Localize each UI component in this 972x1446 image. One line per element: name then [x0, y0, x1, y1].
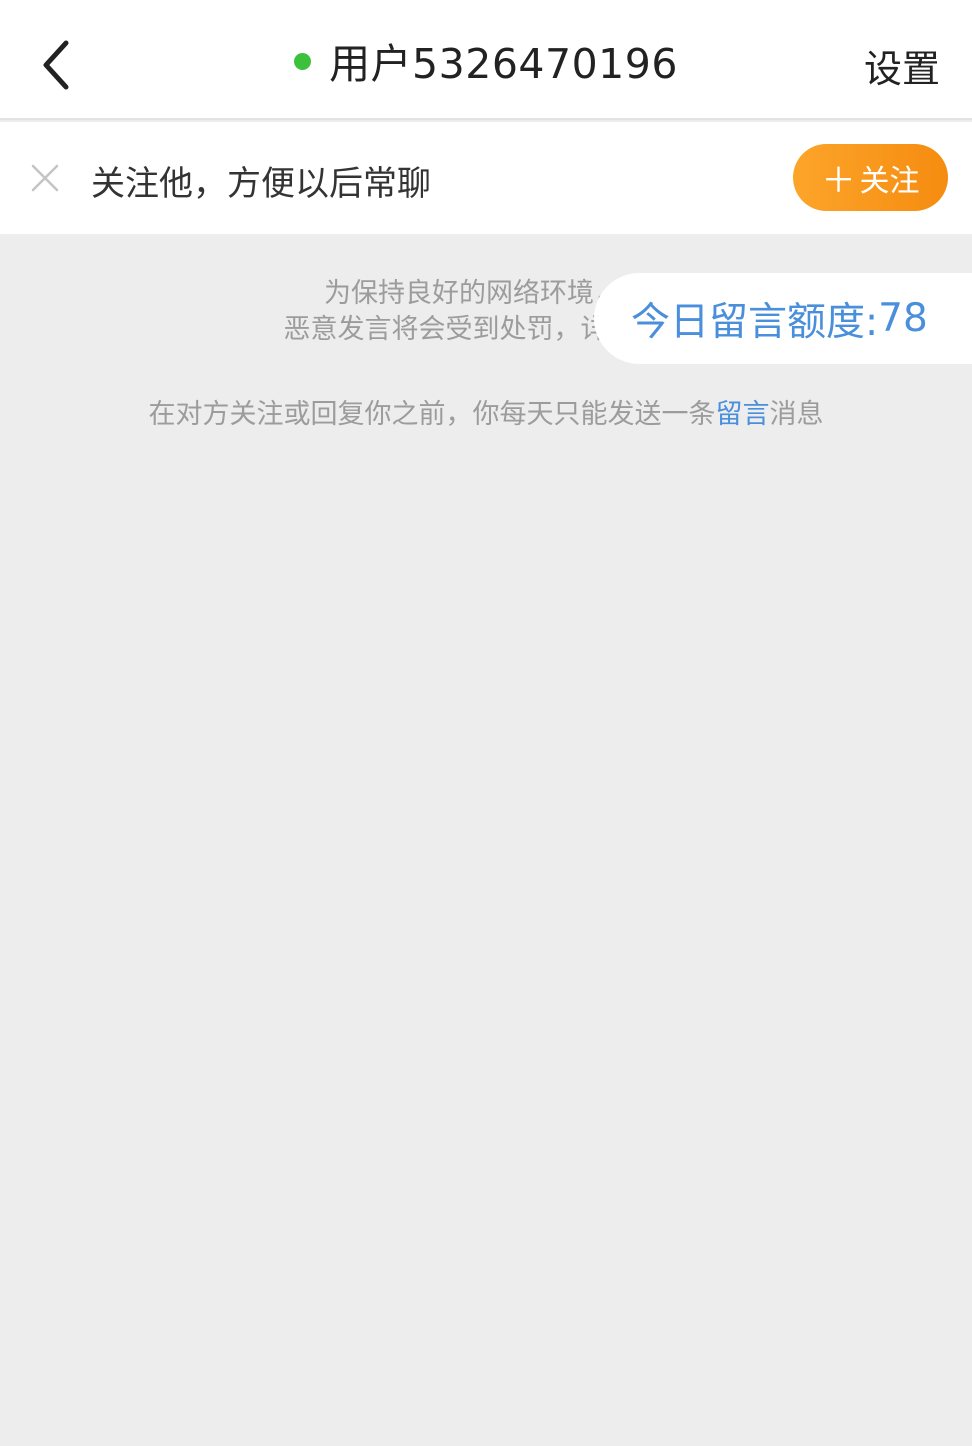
follow-button-label: 关注 [859, 163, 920, 199]
chevron-left-icon [43, 40, 69, 90]
daily-message-quota-badge: 今日留言额度: 78 [594, 273, 972, 364]
dismiss-follow-button[interactable] [25, 158, 65, 198]
plus-icon: ＋ [821, 161, 856, 201]
settings-button[interactable]: 设置 [864, 38, 940, 93]
back-button[interactable] [26, 30, 86, 100]
close-icon [31, 164, 59, 192]
message-limit-note: 在对方关注或回复你之前，你每天只能发送一条留言消息 [0, 392, 972, 431]
page-title: 用户5326470196 [329, 40, 678, 88]
quota-value: 78 [878, 296, 928, 341]
follow-button[interactable]: ＋ 关注 [793, 144, 948, 211]
top-nav-bar: 用户5326470196 设置 [0, 0, 972, 120]
follow-suggestion-bar: 关注他，方便以后常聊 ＋ 关注 [0, 122, 972, 234]
limit-note-text-before: 在对方关注或回复你之前，你每天只能发送一条 [148, 399, 716, 430]
quota-label: 今日留言额度: [631, 299, 879, 345]
online-status-dot [294, 52, 312, 70]
title-area: 用户5326470196 [0, 0, 972, 120]
follow-prompt-text: 关注他，方便以后常聊 [91, 164, 431, 204]
message-link[interactable]: 留言 [716, 399, 770, 430]
limit-note-text-after: 消息 [769, 399, 824, 430]
